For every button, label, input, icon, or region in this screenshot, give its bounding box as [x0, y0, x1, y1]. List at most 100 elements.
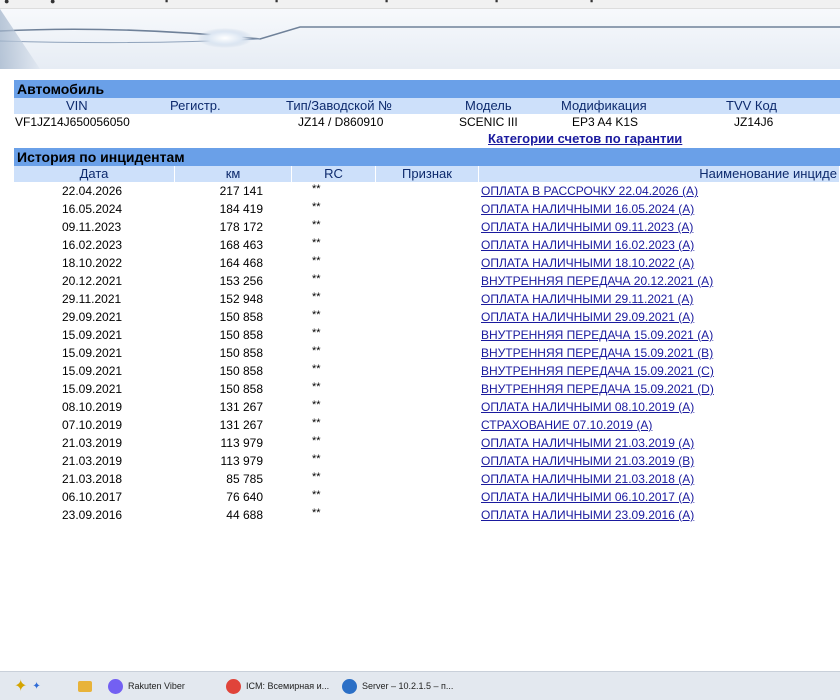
- km-cell: 150 858: [219, 346, 263, 360]
- rc-column-header[interactable]: RC: [292, 166, 376, 182]
- bookmark-item[interactable]: ▪: [385, 0, 388, 6]
- remote-desktop-icon: [342, 678, 357, 694]
- sparkle-small-icon: ✦: [32, 680, 41, 692]
- rc-cell: **: [312, 453, 321, 465]
- rc-cell: **: [312, 363, 321, 375]
- table-row: 29.11.2021 152 948 ** ОПЛАТА НАЛИЧНЫМИ 29.1…: [14, 290, 840, 308]
- bookmark-item[interactable]: ●: [4, 0, 9, 6]
- taskbar-item[interactable]: ICM: Всемирная и...: [222, 675, 333, 697]
- taskbar-item[interactable]: Server – 10.2.1.5 – п...: [338, 675, 457, 697]
- date-cell: 23.09.2016: [62, 508, 123, 522]
- table-row: 07.10.2019 131 267 ** СТРАХОВАНИЕ 07.10.201…: [14, 416, 840, 434]
- rc-cell: **: [312, 471, 321, 483]
- km-cell: 44 688: [226, 508, 263, 522]
- incident-link[interactable]: ВНУТРЕННЯЯ ПЕРЕДАЧА 15.09.2021 (B): [481, 345, 713, 361]
- km-cell: 113 979: [220, 436, 264, 450]
- incident-link[interactable]: ОПЛАТА НАЛИЧНЫМИ 29.09.2021 (A): [481, 309, 694, 325]
- km-cell: 168 463: [219, 238, 263, 252]
- history-header-row: Дата км RC Признак Наименование инциде: [14, 166, 840, 182]
- banner-graphic: [0, 9, 840, 69]
- date-column-header[interactable]: Дата: [14, 166, 175, 182]
- date-cell: 06.10.2017: [62, 490, 123, 504]
- type-header: Тип/Заводской №: [286, 98, 393, 113]
- taskbar-item-label: Server – 10.2.1.5 – п...: [362, 681, 454, 691]
- table-row: 21.03.2019 113 979 ** ОПЛАТА НАЛИЧНЫМИ 21.0…: [14, 434, 840, 452]
- incident-link[interactable]: ВНУТРЕННЯЯ ПЕРЕДАЧА 15.09.2021 (C): [481, 363, 714, 379]
- warranty-link-row: Категории счетов по гарантии: [14, 130, 840, 148]
- date-cell: 21.03.2019: [62, 436, 123, 450]
- bookmarks-bar: ● ● ▪ ▪ ▪ ▪ ▪: [0, 0, 840, 9]
- date-cell: 18.10.2022: [62, 256, 123, 270]
- bookmark-item[interactable]: ▪: [495, 0, 498, 6]
- taskbar-item-label: ICM: Всемирная и...: [246, 681, 330, 691]
- km-cell: 152 948: [219, 292, 263, 306]
- incident-link[interactable]: ОПЛАТА НАЛИЧНЫМИ 21.03.2019 (A): [481, 435, 694, 451]
- km-cell: 150 858: [219, 364, 263, 378]
- date-cell: 09.11.2023: [62, 220, 122, 234]
- date-cell: 08.10.2019: [62, 400, 123, 414]
- date-cell: 20.12.2021: [62, 274, 123, 288]
- incident-link[interactable]: ОПЛАТА НАЛИЧНЫМИ 29.11.2021 (A): [481, 291, 693, 307]
- taskbar-item[interactable]: Rakuten Viber: [104, 675, 189, 697]
- table-row: 15.09.2021 150 858 ** ВНУТРЕННЯЯ ПЕРЕДАЧА 1…: [14, 362, 840, 380]
- bookmark-item[interactable]: ▪: [590, 0, 593, 6]
- incident-link[interactable]: ВНУТРЕННЯЯ ПЕРЕДАЧА 15.09.2021 (A): [481, 327, 713, 343]
- km-column-header[interactable]: км: [175, 166, 292, 182]
- incident-link[interactable]: СТРАХОВАНИЕ 07.10.2019 (A): [481, 417, 652, 433]
- date-cell: 15.09.2021: [62, 364, 123, 378]
- incident-link[interactable]: ОПЛАТА НАЛИЧНЫМИ 18.10.2022 (A): [481, 255, 694, 271]
- table-row: 06.10.2017 76 640 ** ОПЛАТА НАЛИЧНЫМИ 06.10…: [14, 488, 840, 506]
- flag-column-header[interactable]: Признак: [376, 166, 479, 182]
- rc-cell: **: [312, 327, 321, 339]
- taskbar: ✦ ✦ Rakuten Viber ICM: Всемирная и... Serv…: [0, 671, 840, 700]
- type-value: JZ14 / D860910: [298, 115, 384, 129]
- rc-cell: **: [312, 417, 321, 429]
- start-button[interactable]: ✦ ✦: [10, 675, 45, 697]
- incident-rows: 22.04.2026 217 141 ** ОПЛАТА В РАССРОЧКУ 22…: [14, 182, 840, 524]
- incident-link[interactable]: ОПЛАТА НАЛИЧНЫМИ 09.11.2023 (A): [481, 219, 693, 235]
- incident-link[interactable]: ОПЛАТА НАЛИЧНЫМИ 23.09.2016 (A): [481, 507, 694, 523]
- rc-cell: **: [312, 345, 321, 357]
- incident-link[interactable]: ОПЛАТА НАЛИЧНЫМИ 08.10.2019 (A): [481, 399, 694, 415]
- km-cell: 150 858: [219, 328, 263, 342]
- chrome-icon: [226, 678, 241, 694]
- date-cell: 29.09.2021: [62, 310, 123, 324]
- model-value: SCENIC III: [459, 115, 518, 129]
- vehicle-section-title: Автомобиль: [14, 80, 840, 98]
- incident-link[interactable]: ОПЛАТА НАЛИЧНЫМИ 06.10.2017 (A): [481, 489, 694, 505]
- rc-cell: **: [312, 489, 321, 501]
- date-cell: 22.04.2026: [62, 184, 123, 198]
- date-cell: 15.09.2021: [62, 346, 123, 360]
- table-row: 18.10.2022 164 468 ** ОПЛАТА НАЛИЧНЫМИ 18.1…: [14, 254, 840, 272]
- incident-link[interactable]: ОПЛАТА В РАССРОЧКУ 22.04.2026 (A): [481, 183, 698, 199]
- rc-cell: **: [312, 309, 321, 321]
- vin-value: VF1JZ14J650056050: [15, 115, 130, 129]
- incident-link[interactable]: ОПЛАТА НАЛИЧНЫМИ 16.02.2023 (A): [481, 237, 694, 253]
- table-row: 20.12.2021 153 256 ** ВНУТРЕННЯЯ ПЕРЕДАЧА 2…: [14, 272, 840, 290]
- name-column-header[interactable]: Наименование инциде: [479, 166, 840, 182]
- bookmark-item[interactable]: ▪: [275, 0, 278, 6]
- date-cell: 16.02.2023: [62, 238, 123, 252]
- incident-link[interactable]: ВНУТРЕННЯЯ ПЕРЕДАЧА 15.09.2021 (D): [481, 381, 714, 397]
- incident-link[interactable]: ВНУТРЕННЯЯ ПЕРЕДАЧА 20.12.2021 (A): [481, 273, 713, 289]
- date-cell: 15.09.2021: [62, 328, 123, 342]
- km-cell: 150 858: [219, 382, 263, 396]
- incident-link[interactable]: ОПЛАТА НАЛИЧНЫМИ 16.05.2024 (A): [481, 201, 694, 217]
- bookmark-item[interactable]: ●: [50, 0, 55, 6]
- warranty-categories-link[interactable]: Категории счетов по гарантии: [488, 131, 682, 146]
- page-banner: [0, 9, 840, 69]
- rc-cell: **: [312, 273, 321, 285]
- model-header: Модель: [465, 98, 512, 113]
- date-cell: 21.03.2018: [62, 472, 123, 486]
- rc-cell: **: [312, 399, 321, 411]
- date-cell: 15.09.2021: [62, 382, 123, 396]
- bookmark-item[interactable]: ▪: [165, 0, 168, 6]
- date-cell: 29.11.2021: [62, 292, 122, 306]
- incident-link[interactable]: ОПЛАТА НАЛИЧНЫМИ 21.03.2018 (A): [481, 471, 694, 487]
- table-row: 16.05.2024 184 419 ** ОПЛАТА НАЛИЧНЫМИ 16.0…: [14, 200, 840, 218]
- viber-icon: [108, 678, 123, 694]
- file-explorer-button[interactable]: [74, 675, 96, 697]
- rc-cell: **: [312, 291, 321, 303]
- table-row: 22.04.2026 217 141 ** ОПЛАТА В РАССРОЧКУ 22…: [14, 182, 840, 200]
- incident-link[interactable]: ОПЛАТА НАЛИЧНЫМИ 21.03.2019 (B): [481, 453, 694, 469]
